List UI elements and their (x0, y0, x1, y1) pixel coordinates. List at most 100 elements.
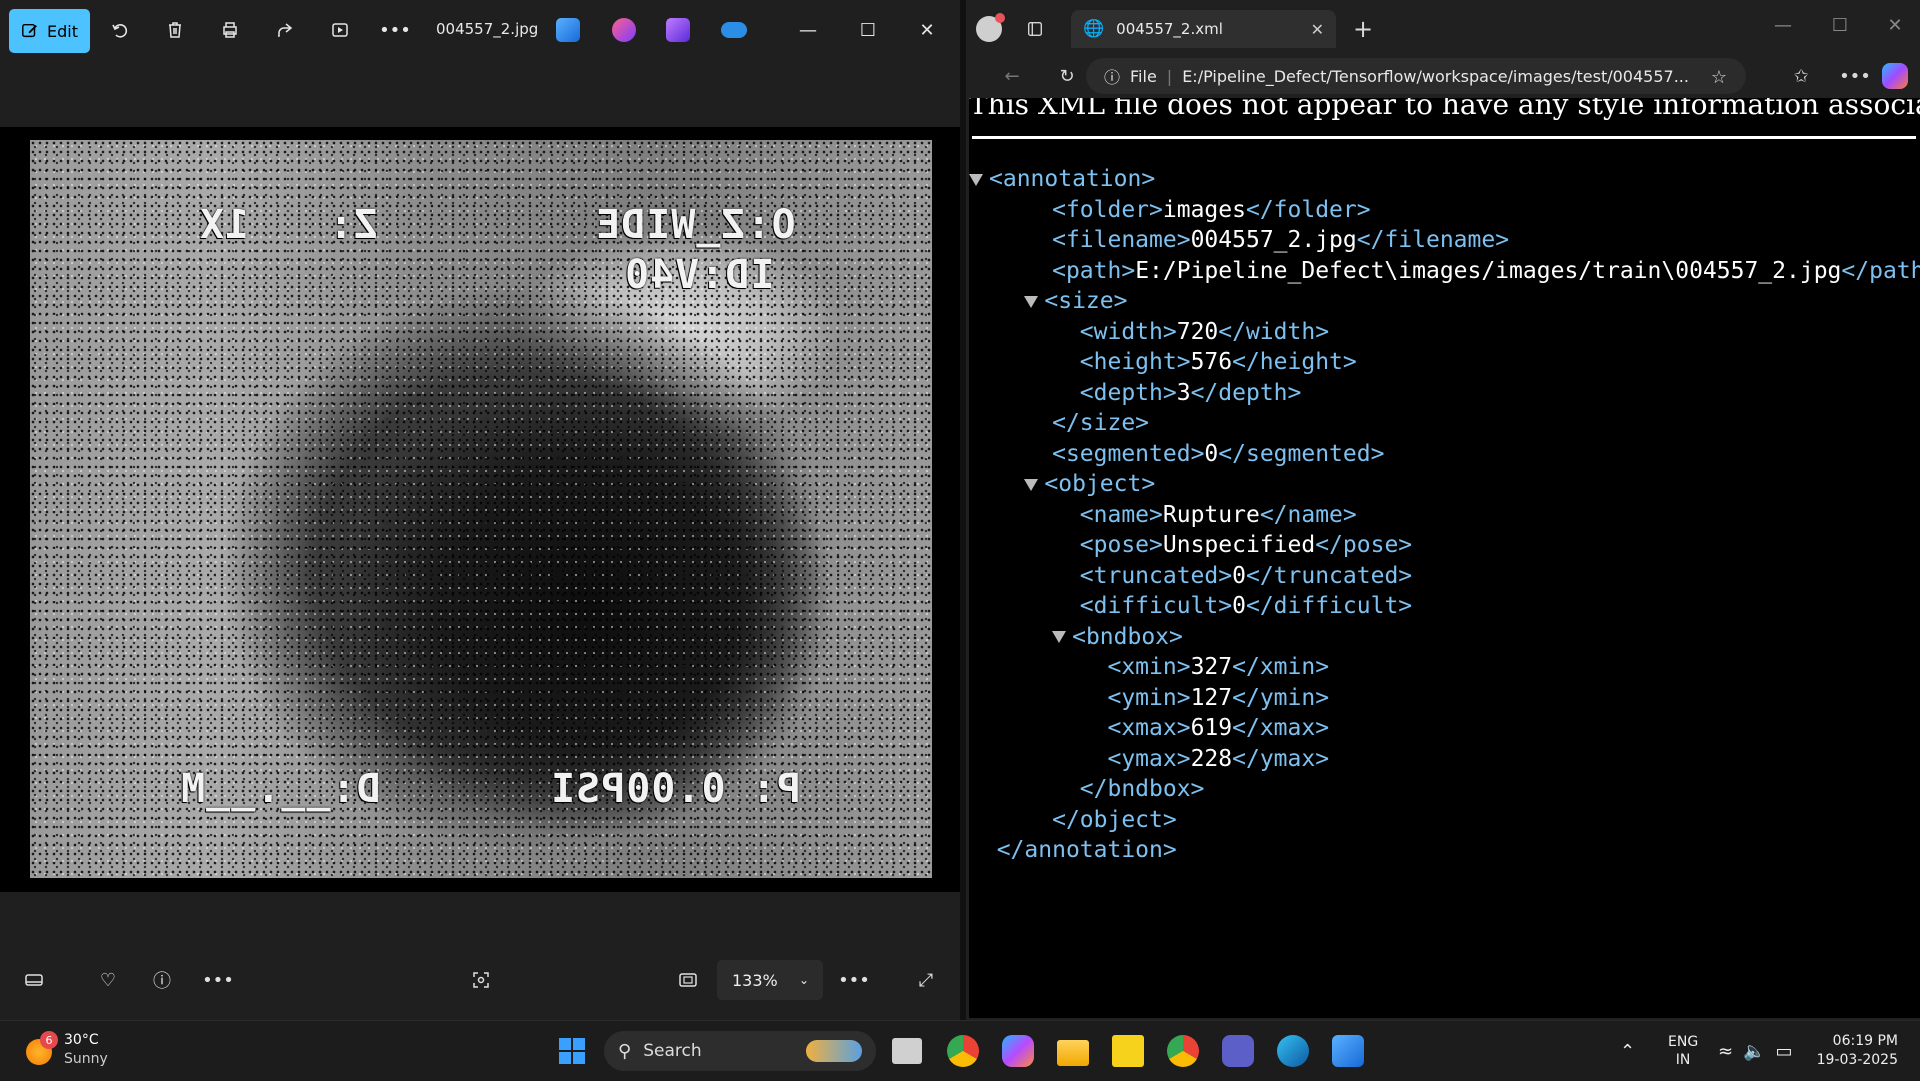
minimize-icon[interactable]: — (1766, 8, 1800, 42)
maximize-icon[interactable]: ☐ (1823, 8, 1857, 42)
volume-icon: 🔈 (1743, 1040, 1766, 1062)
pipeline-photo[interactable]: 1X Z: O:Z_WIDE ID:V40 D:__.__M P: 0.00PS… (30, 140, 932, 878)
collapse-bndbox-icon[interactable] (1052, 631, 1067, 643)
system-tray[interactable]: ≈ 🔈 ▭ (1718, 1021, 1793, 1081)
visual-search-icon[interactable] (461, 960, 501, 1000)
xml-tree: <annotation> <folder>images</folder> <fi… (969, 164, 1920, 866)
osd-id: ID:V40 (624, 252, 775, 298)
chrome-profile-icon[interactable] (1167, 1035, 1199, 1067)
tab-active[interactable]: 🌐 004557_2.xml ✕ (1071, 10, 1336, 48)
copilot-icon[interactable] (1878, 59, 1912, 93)
back-icon[interactable]: ← (995, 59, 1029, 93)
teams-icon[interactable] (1222, 1035, 1254, 1067)
xml-viewer: This XML file does not appear to have an… (969, 98, 1920, 1018)
onedrive-icon[interactable] (721, 22, 747, 38)
new-tab-icon[interactable]: + (1346, 12, 1380, 46)
chrome-icon[interactable] (947, 1035, 979, 1067)
zoom-dropdown[interactable]: 133% ⌄ (717, 960, 823, 1000)
value-ymax: 228 (1190, 745, 1233, 772)
start-icon[interactable] (556, 1035, 588, 1067)
browser-window: 🌐 004557_2.xml ✕ + — ☐ ✕ ← ↻ ⓘ File | E:… (966, 0, 1920, 1020)
photos-app-icon[interactable] (556, 18, 580, 42)
collapse-size-icon[interactable] (1024, 295, 1039, 308)
value-depth: 3 (1176, 379, 1191, 406)
edge-icon[interactable] (1277, 1035, 1309, 1067)
favorite-icon[interactable]: ♡ (88, 960, 128, 1000)
osd-z: Z: (328, 202, 379, 248)
settings-more-icon[interactable]: ••• (1838, 59, 1872, 93)
value-xmax: 619 (1190, 715, 1233, 741)
photos-bottom-bar: ♡ ⓘ ••• 133% ⌄ ••• ⤢ (0, 960, 960, 1020)
zoom-value: 133% (732, 970, 778, 990)
copilot-icon[interactable] (1002, 1035, 1034, 1067)
filmstrip-icon[interactable] (14, 960, 54, 1000)
profile-icon[interactable] (972, 12, 1006, 46)
search-label: Search (643, 1041, 702, 1061)
show-hidden-icons[interactable]: ⌃ (1620, 1021, 1635, 1081)
slideshow-icon[interactable] (324, 14, 356, 46)
osd-mode: O:Z_WIDE (595, 202, 796, 248)
share-icon[interactable] (269, 14, 301, 46)
weather-desc: Sunny (64, 1051, 108, 1067)
edit-icon (22, 23, 37, 38)
sticky-notes-icon[interactable] (1112, 1035, 1144, 1067)
address-scheme: File (1130, 66, 1157, 86)
value-truncated: 0 (1232, 562, 1246, 589)
info-icon[interactable]: ⓘ (142, 960, 182, 1000)
value-filename: 004557_2.jpg (1190, 227, 1357, 253)
value-width: 720 (1176, 318, 1219, 345)
weather-badge: 6 (40, 1031, 58, 1049)
minimize-icon[interactable]: — (792, 14, 824, 46)
rotate-icon[interactable] (104, 14, 136, 46)
more-icon[interactable]: ••• (379, 14, 411, 46)
value-name: Rupture (1162, 501, 1260, 528)
value-height: 576 (1190, 349, 1233, 375)
fullscreen-icon[interactable]: ⤢ (906, 960, 946, 1000)
photos-icon[interactable] (1332, 1035, 1364, 1067)
value-folder: images (1162, 196, 1246, 223)
tab-title: 004557_2.xml (1116, 20, 1223, 38)
address-url: E:/Pipeline_Defect/Tensorflow/workspace/… (1182, 66, 1689, 86)
favorites-icon[interactable]: ✩ (1784, 59, 1818, 93)
tag-annotation-open: <annotation> (989, 166, 1156, 192)
file-explorer-icon[interactable] (1057, 1040, 1089, 1066)
collapse-object-icon[interactable] (1024, 478, 1039, 491)
edit-label: Edit (47, 21, 78, 41)
language-indicator[interactable]: ENG IN (1668, 1021, 1698, 1081)
style-info-message: This XML file does not appear to have an… (969, 98, 1920, 121)
photos-toolbar: Edit ••• 004557_2.jpg — ☐ ✕ (0, 0, 960, 60)
delete-icon[interactable] (159, 14, 191, 46)
clock-time: 06:19 PM (1832, 1033, 1898, 1049)
lang-secondary: IN (1675, 1052, 1691, 1068)
search-box[interactable]: ⚲ Search (604, 1031, 876, 1071)
close-icon[interactable]: ✕ (911, 14, 943, 46)
task-view-icon[interactable] (892, 1038, 922, 1064)
maximize-icon[interactable]: ☐ (852, 14, 884, 46)
collapse-annotation-icon[interactable] (969, 173, 983, 186)
fit-to-window-icon[interactable] (668, 960, 708, 1000)
more-icon[interactable]: ••• (834, 960, 874, 1000)
value-path: E:/Pipeline_Defect\images/images/train\0… (1135, 257, 1842, 284)
photos-window: Edit ••• 004557_2.jpg — ☐ ✕ 1X Z: O:Z_WI… (0, 0, 960, 1020)
wifi-icon: ≈ (1718, 1040, 1734, 1062)
osd-distance: D:__.__M (180, 766, 381, 812)
info-icon: ⓘ (1104, 68, 1121, 87)
clock[interactable]: 06:19 PM 19-03-2025 (1816, 1021, 1898, 1081)
print-icon[interactable] (214, 14, 246, 46)
designer-app-icon[interactable] (612, 18, 636, 42)
clock-date: 19-03-2025 (1816, 1052, 1898, 1068)
weather-widget[interactable]: 6 30°C Sunny (22, 1031, 142, 1071)
more-icon[interactable]: ••• (198, 960, 238, 1000)
clipchamp-app-icon[interactable] (666, 18, 690, 42)
edit-button[interactable]: Edit (9, 9, 90, 53)
favorite-star-icon[interactable]: ☆ (1702, 60, 1736, 94)
value-xmin: 327 (1190, 654, 1233, 680)
close-icon[interactable]: ✕ (1878, 8, 1912, 42)
close-tab-icon[interactable]: ✕ (1311, 20, 1324, 39)
refresh-icon[interactable]: ↻ (1050, 59, 1084, 93)
file-name: 004557_2.jpg (436, 20, 539, 38)
tab-actions-icon[interactable] (1018, 12, 1052, 46)
address-bar[interactable]: ⓘ File | E:/Pipeline_Defect/Tensorflow/w… (1086, 58, 1746, 94)
chevron-down-icon: ⌄ (798, 973, 809, 987)
osd-pressure: P: 0.00PSI (550, 766, 801, 812)
